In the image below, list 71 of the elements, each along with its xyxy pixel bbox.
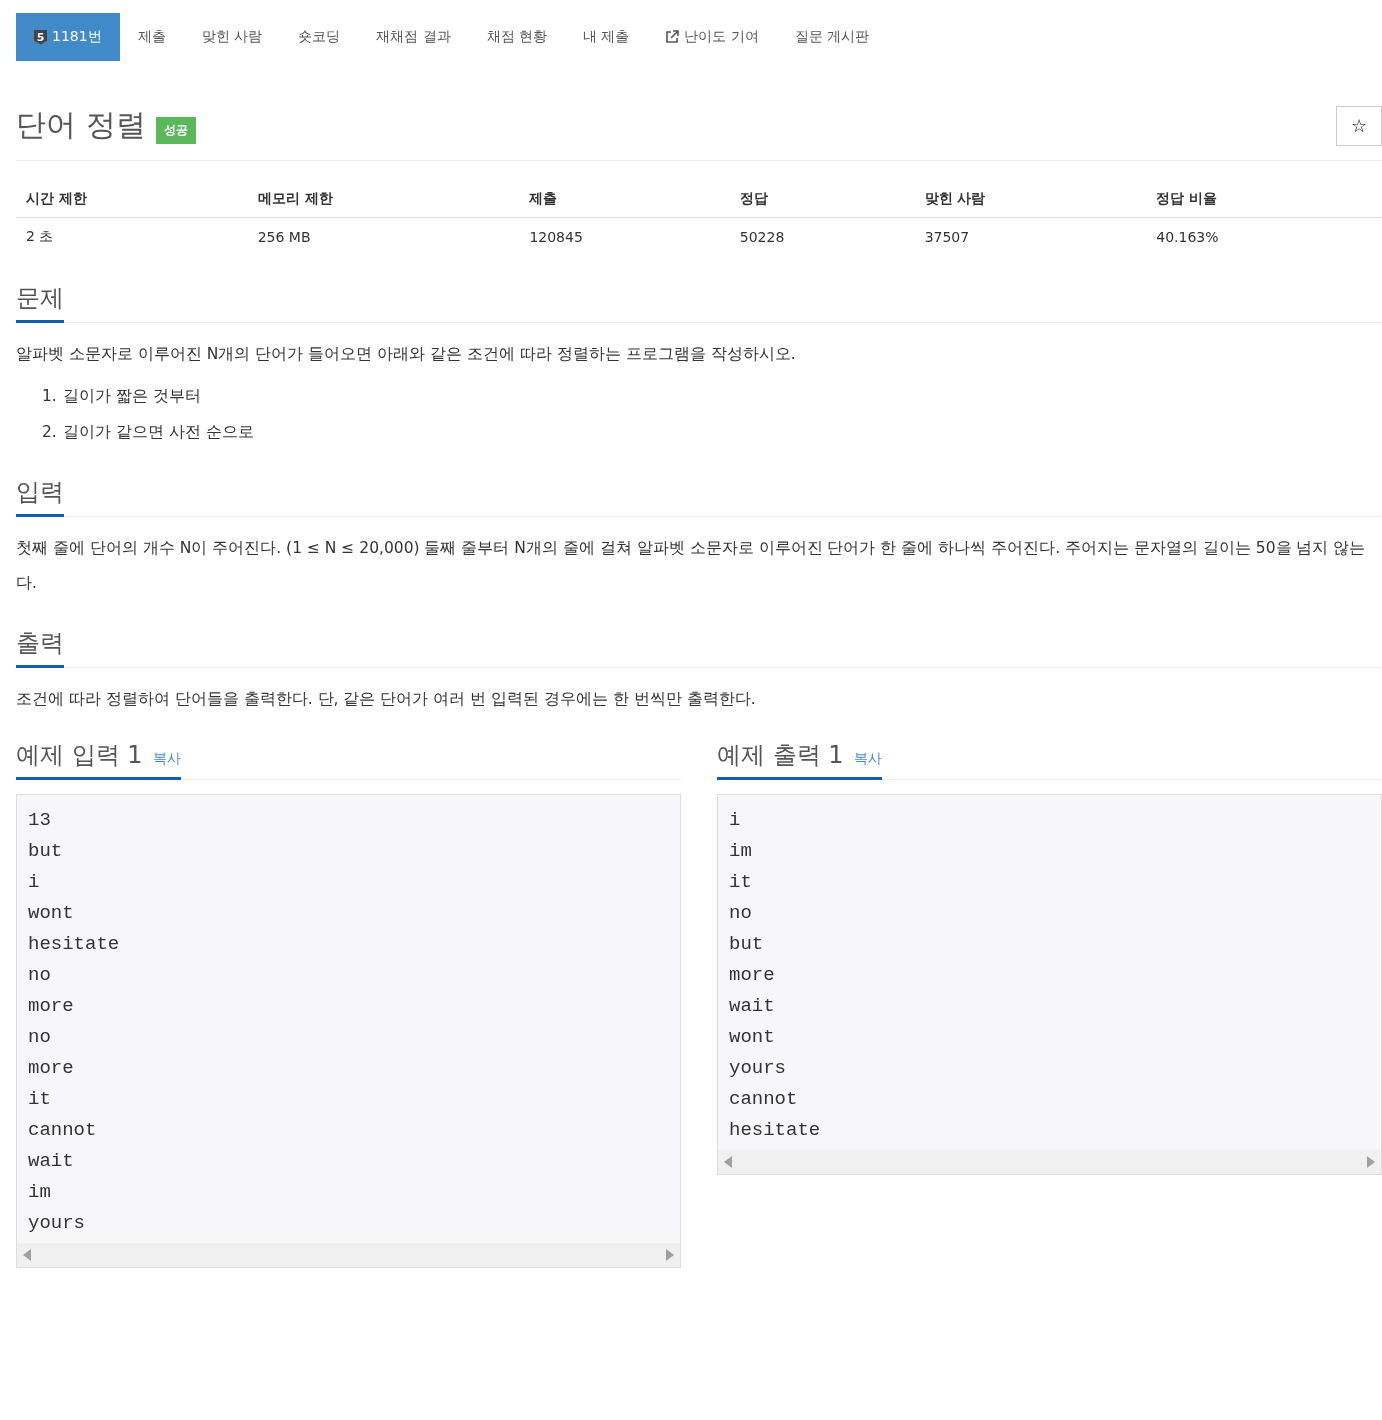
problem-title: 단어 정렬 bbox=[16, 106, 146, 144]
code-line: wait bbox=[729, 994, 776, 1019]
horizontal-scrollbar[interactable] bbox=[17, 1243, 680, 1267]
tier-badge: 5 bbox=[34, 29, 47, 45]
table-cell: 2 초 bbox=[16, 217, 248, 256]
code-line: more bbox=[28, 1056, 75, 1081]
code-line: 13 bbox=[28, 808, 52, 833]
code-line: no bbox=[28, 1025, 52, 1050]
section-heading: 입력 bbox=[16, 464, 64, 517]
table-cell: 120845 bbox=[519, 217, 730, 256]
list-number: 1. bbox=[42, 386, 57, 407]
code-line: more bbox=[28, 994, 75, 1019]
star-button[interactable]: ☆ bbox=[1336, 105, 1382, 146]
code-line: no bbox=[28, 963, 52, 988]
nav-tab[interactable]: 맞힌 사람 bbox=[183, 13, 281, 61]
code-line: hesitate bbox=[729, 1118, 822, 1143]
column-header: 시간 제한 bbox=[16, 181, 248, 218]
table-cell: 37507 bbox=[914, 217, 1147, 256]
code-line: i bbox=[729, 808, 742, 833]
code-line: no bbox=[729, 901, 753, 926]
code-line: cannot bbox=[28, 1118, 98, 1143]
nav-tab[interactable]: 5 1181번 bbox=[16, 13, 120, 61]
list-number: 2. bbox=[42, 422, 57, 443]
paragraph: 첫째 줄에 단어의 개수 N이 주어진다. (1 ≤ N ≤ 20,000) 둘째 줄부터 N개의 줄에 걸쳐 알파벳 소문자로 이루어진 단어가 한 줄에 하나씩 주어진다. 주어지는 문자열의 길이는 50을 넘지 않는다. bbox=[16, 538, 1367, 594]
column-header: 정답 bbox=[729, 181, 915, 218]
scroll-right-icon[interactable] bbox=[666, 1249, 674, 1261]
code-line: wont bbox=[729, 1025, 776, 1050]
nav-tab[interactable]: 제출 bbox=[119, 13, 184, 61]
sample-title: 예제 입력 1 bbox=[16, 740, 143, 771]
section-heading: 문제 bbox=[16, 270, 64, 323]
code-line: cannot bbox=[729, 1087, 799, 1112]
scroll-left-icon[interactable] bbox=[724, 1156, 732, 1168]
copy-link[interactable]: 복사 bbox=[853, 750, 882, 768]
code-line: yours bbox=[729, 1056, 787, 1081]
scroll-left-icon[interactable] bbox=[23, 1249, 31, 1261]
nav-tab[interactable]: 난이도 기여 bbox=[647, 13, 777, 61]
column-header: 제출 bbox=[519, 181, 730, 218]
code-line: wont bbox=[28, 901, 75, 926]
code-line: im bbox=[28, 1180, 52, 1205]
nav-tab[interactable]: 채점 현황 bbox=[468, 13, 565, 61]
code-line: yours bbox=[28, 1211, 86, 1236]
code-line: hesitate bbox=[28, 932, 121, 957]
nav-tab[interactable]: 내 제출 bbox=[565, 13, 648, 61]
code-line: i bbox=[28, 870, 41, 895]
paragraph: 조건에 따라 정렬하여 단어들을 출력한다. 단, 같은 단어가 여러 번 입력된 경우에는 한 번씩만 출력한다. bbox=[16, 689, 757, 710]
table-cell: 50228 bbox=[729, 217, 915, 256]
code-line: but bbox=[729, 932, 765, 957]
section-heading: 출력 bbox=[16, 615, 64, 668]
code-line: it bbox=[729, 870, 753, 895]
external-link-icon bbox=[665, 30, 680, 44]
table-cell: 40.163% bbox=[1146, 217, 1382, 256]
sample-title: 예제 출력 1 bbox=[717, 740, 844, 771]
nav-tab[interactable]: 숏코딩 bbox=[280, 13, 359, 61]
horizontal-scrollbar[interactable] bbox=[718, 1150, 1381, 1174]
nav-tab[interactable]: 질문 게시판 bbox=[776, 13, 888, 61]
list-item: 길이가 짧은 것부터 bbox=[62, 386, 201, 407]
code-line: it bbox=[28, 1087, 52, 1112]
nav-tab[interactable]: 재채점 결과 bbox=[358, 13, 469, 61]
code-line: but bbox=[28, 839, 64, 864]
table-cell: 256 MB bbox=[247, 217, 520, 256]
copy-link[interactable]: 복사 bbox=[152, 750, 181, 768]
column-header: 맞힌 사람 bbox=[914, 181, 1147, 218]
column-header: 메모리 제한 bbox=[247, 181, 520, 218]
code-line: more bbox=[729, 963, 776, 988]
code-line: wait bbox=[28, 1149, 75, 1174]
list-item: 길이가 같으면 사전 순으로 bbox=[62, 422, 254, 443]
column-header: 정답 비율 bbox=[1146, 181, 1382, 218]
paragraph: 알파벳 소문자로 이루어진 N개의 단어가 들어오면 아래와 같은 조건에 따라 정렬하는 프로그램을 작성하시오. bbox=[16, 344, 797, 365]
status-badge: 성공 bbox=[155, 117, 196, 144]
scroll-right-icon[interactable] bbox=[1367, 1156, 1375, 1168]
code-line: im bbox=[729, 839, 753, 864]
